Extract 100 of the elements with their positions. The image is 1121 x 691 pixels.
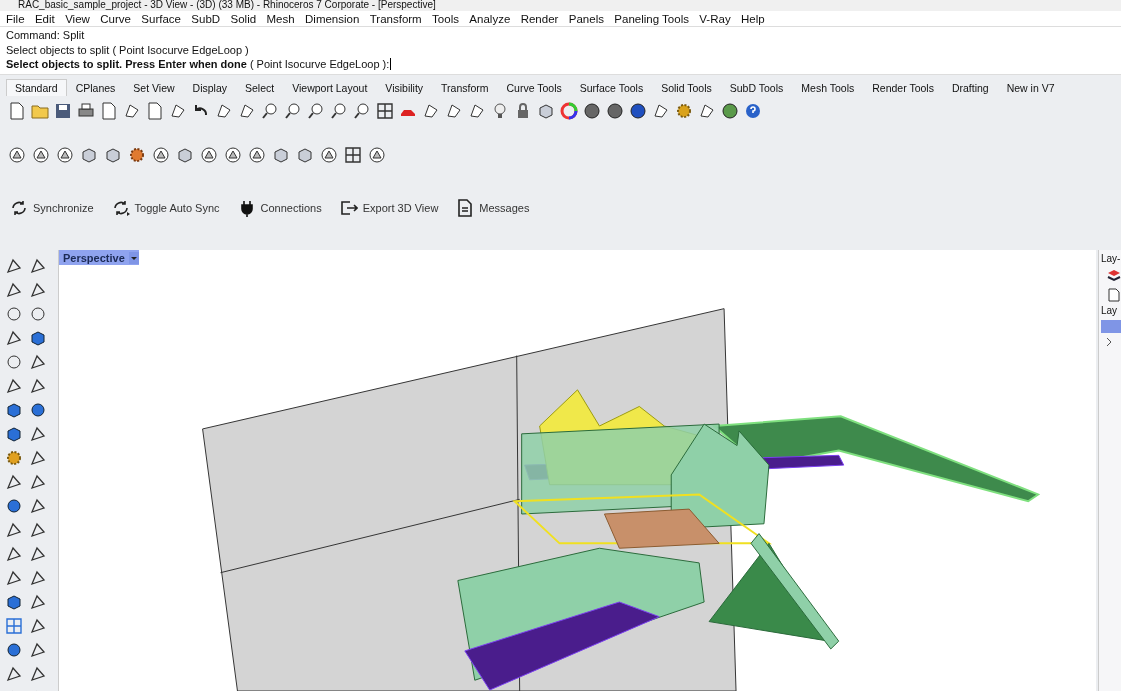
toolbar-tab[interactable]: SubD Tools <box>720 79 793 96</box>
outline-shape-icon[interactable] <box>468 102 486 120</box>
box-icon[interactable] <box>537 102 555 120</box>
viewport[interactable]: Perspective <box>58 250 1096 691</box>
outline-shape-icon[interactable] <box>5 281 23 299</box>
zoom-icon[interactable] <box>284 102 302 120</box>
outline-shape-icon[interactable] <box>29 425 47 443</box>
globe-icon[interactable] <box>721 102 739 120</box>
grid-icon[interactable] <box>5 617 23 635</box>
menu-item[interactable]: Curve <box>100 12 131 25</box>
outline-shape-icon[interactable] <box>29 353 47 371</box>
outline-shape-icon[interactable] <box>29 593 47 611</box>
menu-item[interactable]: Panels <box>568 12 604 25</box>
outline-shape-icon[interactable] <box>56 146 74 164</box>
save-icon[interactable] <box>54 102 72 120</box>
outline-shape-icon[interactable] <box>248 146 266 164</box>
outline-shape-icon[interactable] <box>29 377 47 395</box>
toolbar-tab[interactable]: Curve Tools <box>497 79 571 96</box>
outline-shape-icon[interactable] <box>29 665 47 683</box>
viewport-tab[interactable]: Perspective <box>59 250 139 265</box>
toolbar-tab[interactable]: Set View <box>124 79 184 96</box>
plugin-toolbar-button[interactable]: Synchronize <box>8 197 96 219</box>
shaded-sphere-icon[interactable] <box>5 641 23 659</box>
outline-shape-icon[interactable] <box>152 146 170 164</box>
box-icon[interactable] <box>5 401 23 419</box>
toolbar-tab[interactable]: Select <box>236 79 284 96</box>
toolbar-tab[interactable]: Render Tools <box>863 79 943 96</box>
outline-shape-icon[interactable] <box>445 102 463 120</box>
outline-shape-icon[interactable] <box>652 102 670 120</box>
layer-stack-icon[interactable] <box>1107 269 1121 283</box>
outline-shape-icon[interactable] <box>29 449 47 467</box>
outline-shape-icon[interactable] <box>29 545 47 563</box>
toolbar-tab[interactable]: CPlanes <box>66 79 125 96</box>
toolbar-tab[interactable]: Display <box>183 79 236 96</box>
outline-shape-icon[interactable] <box>29 569 47 587</box>
toolbar-tab[interactable]: Transform <box>432 79 498 96</box>
printer-icon[interactable] <box>77 102 95 120</box>
box-icon[interactable] <box>5 425 23 443</box>
gear-icon[interactable] <box>675 102 693 120</box>
dropdown-caret-icon[interactable] <box>128 251 139 264</box>
outline-shape-icon[interactable] <box>29 641 47 659</box>
outline-shape-icon[interactable] <box>32 146 50 164</box>
outline-shape-icon[interactable] <box>5 545 23 563</box>
plugin-toolbar-button[interactable]: Export 3D View <box>337 197 441 219</box>
gear-icon[interactable] <box>128 146 146 164</box>
outline-shape-icon[interactable] <box>5 473 23 491</box>
sphere-icon[interactable] <box>583 102 601 120</box>
outline-shape-icon[interactable] <box>698 102 716 120</box>
box-icon[interactable] <box>5 593 23 611</box>
menu-item[interactable]: Paneling Tools <box>614 12 689 25</box>
plugin-toolbar-button[interactable]: Messages <box>454 197 532 219</box>
outline-shape-icon[interactable] <box>5 569 23 587</box>
outline-shape-icon[interactable] <box>5 377 23 395</box>
box-icon[interactable] <box>296 146 314 164</box>
gear-icon[interactable] <box>5 449 23 467</box>
circle-icon[interactable] <box>5 353 23 371</box>
outline-shape-icon[interactable] <box>368 146 386 164</box>
menu-item[interactable]: Mesh <box>266 12 295 25</box>
outline-shape-icon[interactable] <box>224 146 242 164</box>
outline-shape-icon[interactable] <box>5 665 23 683</box>
outline-shape-icon[interactable] <box>29 473 47 491</box>
menu-item[interactable]: Solid <box>230 12 257 25</box>
zoom-icon[interactable] <box>307 102 325 120</box>
plugin-toolbar-button[interactable]: Connections <box>235 197 324 219</box>
outline-shape-icon[interactable] <box>29 521 47 539</box>
outline-shape-icon[interactable] <box>5 521 23 539</box>
document-icon[interactable] <box>1107 288 1121 302</box>
box-icon[interactable] <box>176 146 194 164</box>
toolbar-tab[interactable]: Surface Tools <box>570 79 653 96</box>
menu-item[interactable]: Analyze <box>469 12 511 25</box>
document-icon[interactable] <box>8 102 26 120</box>
sphere-icon[interactable] <box>606 102 624 120</box>
outline-shape-icon[interactable] <box>200 146 218 164</box>
zoom-icon[interactable] <box>353 102 371 120</box>
chevron-icon[interactable] <box>1105 337 1113 347</box>
menu-item[interactable]: File <box>6 12 25 25</box>
menu-item[interactable]: Transform <box>369 12 422 25</box>
outline-shape-icon[interactable] <box>8 146 26 164</box>
menu-item[interactable]: Surface <box>141 12 181 25</box>
menu-item[interactable]: Render <box>520 12 559 25</box>
outline-shape-icon[interactable] <box>320 146 338 164</box>
box-icon[interactable] <box>29 329 47 347</box>
document-icon[interactable] <box>146 102 164 120</box>
outline-shape-icon[interactable] <box>5 257 23 275</box>
menu-item[interactable]: SubD <box>191 12 221 25</box>
color-wheel-icon[interactable] <box>560 102 578 120</box>
shaded-sphere-icon[interactable] <box>629 102 647 120</box>
shaded-sphere-icon[interactable] <box>29 401 47 419</box>
menu-item[interactable]: Dimension <box>305 12 360 25</box>
toolbar-tab[interactable]: Visibility <box>376 79 433 96</box>
menu-item[interactable]: Tools <box>432 12 459 25</box>
outline-shape-icon[interactable] <box>29 497 47 515</box>
outline-shape-icon[interactable] <box>29 257 47 275</box>
menu-item[interactable]: Help <box>741 12 765 25</box>
help-icon[interactable] <box>744 102 762 120</box>
box-icon[interactable] <box>272 146 290 164</box>
toolbar-tab[interactable]: Viewport Layout <box>283 79 377 96</box>
zoom-icon[interactable] <box>330 102 348 120</box>
outline-shape-icon[interactable] <box>422 102 440 120</box>
circle-icon[interactable] <box>5 305 23 323</box>
